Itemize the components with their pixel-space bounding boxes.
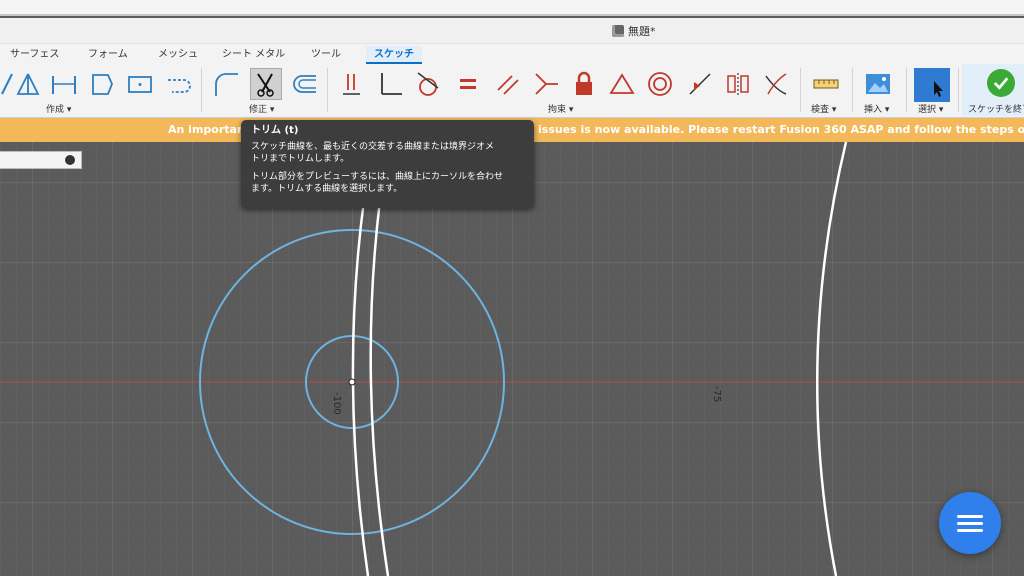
dimension-label-2[interactable]: -75 [711, 386, 722, 402]
menu-icon [957, 511, 983, 536]
collinear-icon[interactable] [530, 68, 562, 100]
tab-form[interactable]: フォーム [88, 46, 128, 64]
tooltip-title: トリム (t) [251, 125, 299, 136]
separator [958, 68, 959, 112]
trim-tooltip: トリム (t) スケッチ曲線を、最も近くの交差する曲線または境界ジオメ トリまで… [241, 120, 534, 208]
slot-icon[interactable] [162, 68, 194, 100]
triangle-constraint-icon[interactable] [606, 68, 638, 100]
document-icon [612, 25, 624, 37]
finish-sketch-button[interactable]: スケッチを終了 [962, 64, 1024, 116]
tab-mesh[interactable]: メッシュ [158, 46, 198, 64]
fillet-icon[interactable] [210, 68, 242, 100]
coincident-icon[interactable] [336, 68, 368, 100]
tab-surface[interactable]: サーフェス [10, 46, 59, 64]
midpoint-icon[interactable] [684, 68, 716, 100]
banner-text-right: issues is now available. Please restart … [538, 123, 1024, 136]
title-bar: 無題* [0, 18, 1024, 44]
rectangle-icon[interactable] [124, 68, 156, 100]
menu-fab-button[interactable] [939, 492, 1001, 554]
tangent-icon[interactable] [412, 68, 444, 100]
trim-icon[interactable] [250, 68, 282, 100]
triangle-icon[interactable] [12, 68, 44, 100]
separator [201, 68, 202, 112]
document-title-text: 無題* [628, 25, 656, 38]
separator [906, 68, 907, 112]
select-group-label[interactable]: 選択 ▾ [918, 102, 943, 115]
polygon-icon[interactable] [86, 68, 118, 100]
parallel-icon[interactable] [492, 68, 524, 100]
curvature-icon[interactable] [760, 68, 792, 100]
separator [800, 68, 801, 112]
dimension-label-1[interactable]: -100 [331, 392, 342, 415]
lock-icon[interactable] [568, 68, 600, 100]
insert-image-icon[interactable] [862, 68, 894, 100]
finish-check-icon [987, 69, 1015, 97]
create-group-label[interactable]: 作成 ▾ [46, 102, 71, 115]
modify-group-label[interactable]: 修正 ▾ [249, 102, 274, 115]
tab-sheet-metal[interactable]: シート メタル [222, 46, 285, 64]
constraints-group-label[interactable]: 拘束 ▾ [548, 102, 573, 115]
equal-icon[interactable] [452, 68, 484, 100]
insert-group-label[interactable]: 挿入 ▾ [864, 102, 889, 115]
fusion-app-window: 無題* サーフェス フォーム メッシュ シート メタル ツール スケッチ 作成 … [0, 0, 1024, 576]
concentric-icon[interactable] [644, 68, 676, 100]
tooltip-line-2: トリム部分をプレビューするには、曲線上にカーソルを合わせ ます。トリムする曲線を… [251, 172, 504, 194]
document-title: 無題* [612, 23, 656, 39]
dimension-icon[interactable] [48, 68, 80, 100]
tooltip-line-1: スケッチ曲線を、最も近くの交差する曲線または境界ジオメ トリまでトリムします。 [251, 142, 495, 164]
tab-tools[interactable]: ツール [311, 46, 341, 64]
toolbar-ribbon: サーフェス フォーム メッシュ シート メタル ツール スケッチ 作成 ▾ 修正… [0, 44, 1024, 118]
offset-icon[interactable] [288, 68, 320, 100]
tab-sketch[interactable]: スケッチ [366, 46, 422, 64]
perpendicular-icon[interactable] [374, 68, 406, 100]
finish-sketch-label: スケッチを終了 [968, 105, 1024, 115]
minimize-icon[interactable] [65, 155, 75, 165]
banner-text-left: An important [168, 123, 251, 136]
inspect-group-label[interactable]: 検査 ▾ [811, 102, 836, 115]
top-strip [0, 0, 1024, 16]
center-point[interactable] [348, 378, 356, 386]
symmetry-icon[interactable] [722, 68, 754, 100]
separator [852, 68, 853, 112]
separator [327, 68, 328, 112]
select-icon[interactable] [914, 68, 950, 102]
measure-icon[interactable] [810, 68, 842, 100]
browser-panel-collapsed[interactable] [0, 151, 82, 169]
